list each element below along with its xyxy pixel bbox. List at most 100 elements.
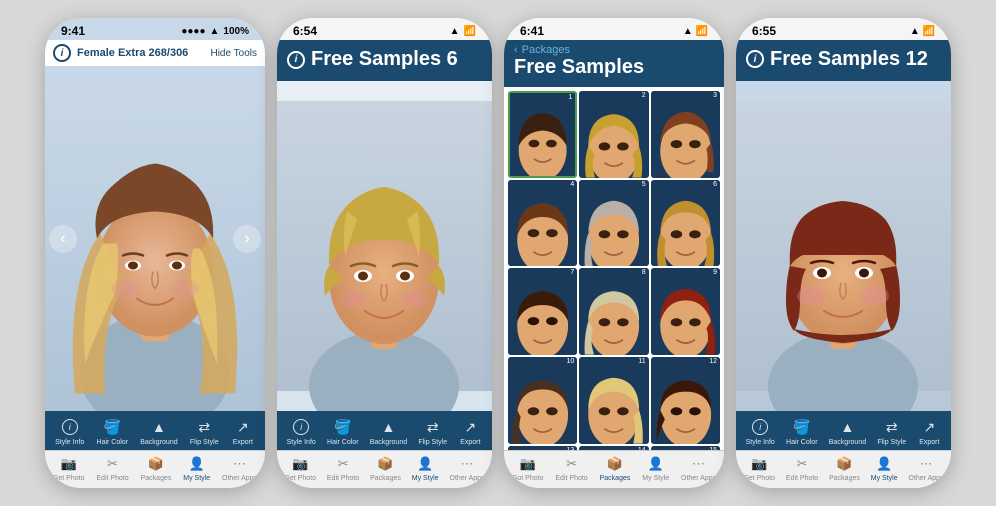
edit-icon: ✂ [332, 455, 354, 473]
tab-my-style[interactable]: 👤 My Style [642, 455, 669, 482]
hair-cell-12[interactable]: 12 [651, 357, 720, 444]
phone-2-time: 6:54 [293, 24, 317, 38]
edit-icon: ✂ [561, 455, 583, 473]
hair-cell-8[interactable]: 8 [579, 268, 648, 355]
toolbar-background[interactable]: ▲ Background [140, 417, 177, 446]
my-style-icon: 👤 [873, 455, 895, 473]
phone-4-content [736, 81, 951, 411]
chevron-left-icon: ‹ [514, 44, 518, 56]
nav-left-button[interactable]: ‹ [49, 225, 77, 253]
bucket-icon: 🪣 [331, 417, 355, 437]
hair-cell-6[interactable]: 6 [651, 180, 720, 267]
hair-cell-2[interactable]: 2 [579, 91, 648, 178]
info-button[interactable]: i [53, 44, 71, 62]
toolbar-hair-color[interactable]: 🪣 Hair Color [327, 417, 359, 446]
hair-cell-15[interactable]: 15 [651, 446, 720, 450]
toolbar-export[interactable]: ↗ Export [231, 417, 255, 446]
hide-tools-button[interactable]: Hide Tools [210, 48, 257, 59]
phone-1-portrait [45, 66, 265, 411]
hair-cell-9[interactable]: 9 [651, 268, 720, 355]
phone-3-time: 6:41 [520, 24, 544, 38]
packages-icon: 📦 [833, 455, 855, 473]
hair-cell-7[interactable]: 7 [508, 268, 577, 355]
toolbar-flip-style[interactable]: ⇄ Flip Style [418, 417, 447, 446]
toolbar-flip-style[interactable]: ⇄ Flip Style [190, 417, 219, 446]
phone-4-screen: 6:55 ▲ 📶 i Free Samples 12 [736, 18, 951, 488]
tab-get-photo[interactable]: 📷 Get Photo [743, 455, 775, 482]
phone-4-time: 6:55 [752, 24, 776, 38]
toolbar-flip-style[interactable]: ⇄ Flip Style [877, 417, 906, 446]
phone-2-toolbar: i Style Info 🪣 Hair Color ▲ Background ⇄… [277, 411, 492, 450]
tab-other-apps[interactable]: ⋯ Other Apps [909, 455, 944, 482]
hair-cell-10[interactable]: 10 [508, 357, 577, 444]
toolbar-hair-color[interactable]: 🪣 Hair Color [97, 417, 129, 446]
other-apps-icon: ⋯ [456, 455, 478, 473]
edit-icon: ✂ [102, 455, 124, 473]
tab-edit-photo[interactable]: ✂ Edit Photo [96, 455, 128, 482]
tab-packages[interactable]: 📦 Packages [829, 455, 860, 482]
hair-cell-13[interactable]: 13 [508, 446, 577, 450]
tab-get-photo[interactable]: 📷 Get Photo [53, 455, 85, 482]
hair-grid: 1 2 [508, 91, 720, 450]
tab-edit-photo[interactable]: ✂ Edit Photo [786, 455, 818, 482]
tab-get-photo[interactable]: 📷 Got Photo [512, 455, 544, 482]
phone-2-content [277, 81, 492, 411]
phone-4-status-icons: ▲ 📶 [910, 26, 935, 37]
toolbar-style-info[interactable]: i Style Info [55, 417, 84, 446]
export-icon: ↗ [231, 417, 255, 437]
camera-icon: 📷 [517, 455, 539, 473]
phone-1: 9:41 ●●●● ▲ 100% i Female Extra 268/306 … [45, 18, 265, 488]
signal-icon: ●●●● [181, 26, 205, 37]
tab-other-apps[interactable]: ⋯ Other Apps [681, 455, 716, 482]
camera-icon: 📷 [289, 455, 311, 473]
my-style-icon: 👤 [186, 455, 208, 473]
hair-cell-3[interactable]: 3 [651, 91, 720, 178]
tab-edit-photo[interactable]: ✂ Edit Photo [555, 455, 587, 482]
phone-1-tab-bar: 📷 Get Photo ✂ Edit Photo 📦 Packages 👤 My… [45, 450, 265, 488]
background-icon: ▲ [835, 417, 859, 437]
tab-packages[interactable]: 📦 Packages [600, 455, 631, 482]
flip-icon: ⇄ [192, 417, 216, 437]
flip-icon: ⇄ [880, 417, 904, 437]
edit-icon: ✂ [791, 455, 813, 473]
hair-cell-1[interactable]: 1 [508, 91, 577, 178]
phone-4-title: Free Samples 12 [770, 48, 941, 71]
info-icon: i [748, 417, 772, 437]
bucket-icon: 🪣 [100, 417, 124, 437]
phone-2-portrait [277, 81, 492, 411]
phone-1-toolbar: i Style Info 🪣 Hair Color ▲ Background ⇄… [45, 411, 265, 450]
phone-4: 6:55 ▲ 📶 i Free Samples 12 [736, 18, 951, 488]
toolbar-hair-color[interactable]: 🪣 Hair Color [786, 417, 818, 446]
hair-cell-14[interactable]: 14 [579, 446, 648, 450]
toolbar-export[interactable]: ↗ Export [458, 417, 482, 446]
toolbar-style-info[interactable]: i Style Info [746, 417, 775, 446]
toolbar-style-info[interactable]: i Style Info [287, 417, 316, 446]
hair-cell-4[interactable]: 4 [508, 180, 577, 267]
tab-my-style[interactable]: 👤 My Style [412, 455, 439, 482]
hair-cell-11[interactable]: 11 [579, 357, 648, 444]
signal-icon: ▲ [450, 26, 460, 37]
phone-2-screen: 6:54 ▲ 📶 i Free Samples 6 [277, 18, 492, 488]
signal-icon: ▲ 📶 [683, 26, 708, 37]
tab-packages[interactable]: 📦 Packages [370, 455, 401, 482]
camera-icon: 📷 [58, 455, 80, 473]
phone-4-toolbar: i Style Info 🪣 Hair Color ▲ Background ⇄… [736, 411, 951, 450]
hair-cell-5[interactable]: 5 [579, 180, 648, 267]
phone-3: 6:41 ▲ 📶 ‹ Packages Free Samples 1 [504, 18, 724, 488]
tab-my-style[interactable]: 👤 My Style [871, 455, 898, 482]
toolbar-export[interactable]: ↗ Export [917, 417, 941, 446]
tab-other-apps[interactable]: ⋯ Other Apps [450, 455, 485, 482]
tab-packages[interactable]: 📦 Packages [141, 455, 172, 482]
tab-other-apps[interactable]: ⋯ Other Apps [222, 455, 257, 482]
phone-3-header: ‹ Packages Free Samples [504, 40, 724, 87]
background-icon: ▲ [376, 417, 400, 437]
tab-edit-photo[interactable]: ✂ Edit Photo [327, 455, 359, 482]
tab-my-style[interactable]: 👤 My Style [183, 455, 210, 482]
nav-right-button[interactable]: › [233, 225, 261, 253]
my-style-icon: 👤 [414, 455, 436, 473]
toolbar-background[interactable]: ▲ Background [370, 417, 407, 446]
tab-get-photo[interactable]: 📷 Get Photo [284, 455, 316, 482]
back-button[interactable]: ‹ Packages [514, 44, 714, 56]
toolbar-background[interactable]: ▲ Background [829, 417, 866, 446]
phone-3-status-bar: 6:41 ▲ 📶 [504, 18, 724, 40]
